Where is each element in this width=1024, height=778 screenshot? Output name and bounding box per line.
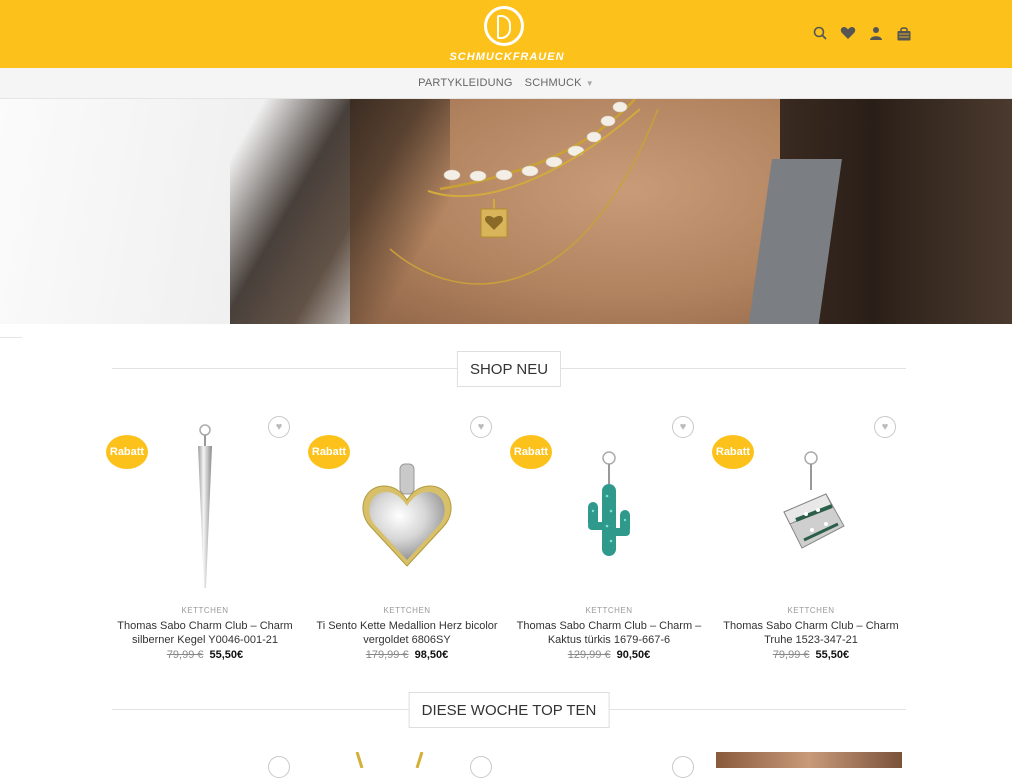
wishlist-heart-icon[interactable]: ♥ — [874, 416, 896, 438]
nav-item-label: PARTYKLEIDUNG — [418, 77, 513, 89]
product-name[interactable]: Ti Sento Kette Medallion Herz bicolor ve… — [314, 619, 500, 647]
section-heading: SHOP NEU — [456, 351, 562, 387]
hero-banner[interactable] — [0, 99, 1012, 324]
old-price: 79,99 € — [772, 649, 810, 661]
product-name[interactable]: Thomas Sabo Charm Club – Charm silberner… — [112, 619, 298, 647]
product-grid: Rabatt ♥ KETTCHEN Thomas Sabo Charm Club… — [104, 410, 914, 670]
necklace-illustration — [389, 99, 659, 285]
wishlist-heart-icon[interactable]: ♥ — [672, 416, 694, 438]
product-image[interactable] — [716, 752, 902, 768]
product-card[interactable]: Rabatt ♥ KETTCHEN Thomas Sabo Charm Club… — [104, 410, 306, 670]
sale-badge: Rabatt — [106, 435, 148, 469]
product-category[interactable]: KETTCHEN — [710, 606, 912, 615]
header-icons — [812, 25, 912, 41]
user-icon[interactable] — [868, 25, 884, 41]
site-header: SCHMUCKFRAUEN — [0, 0, 1012, 68]
product-card[interactable]: Rabatt ♥ KETTCHEN Thomas Sabo Charm Club… — [508, 410, 710, 670]
top-ten-row — [104, 751, 914, 778]
product-card[interactable]: Rabatt ♥ KETTCHEN Thomas Sabo Charm Club… — [710, 410, 912, 670]
main-nav: PARTYKLEIDUNG SCHMUCK ▼ — [0, 68, 1012, 99]
nav-item-partykleidung[interactable]: PARTYKLEIDUNG — [418, 77, 513, 89]
section-title-shop-neu: SHOP NEU — [112, 351, 906, 387]
product-price: 179,99 € 98,50€ — [306, 649, 508, 661]
product-image[interactable] — [544, 416, 674, 596]
product-price: 129,99 € 90,50€ — [508, 649, 710, 661]
nav-item-label: SCHMUCK — [524, 77, 582, 89]
section-title-top-ten: DIESE WOCHE TOP TEN — [112, 692, 906, 728]
nav-item-schmuck[interactable]: SCHMUCK ▼ — [525, 77, 594, 89]
wishlist-heart-icon[interactable]: ♥ — [268, 416, 290, 438]
old-price: 129,99 € — [567, 649, 611, 661]
product-category[interactable]: KETTCHEN — [104, 606, 306, 615]
product-image[interactable] — [746, 416, 876, 596]
old-price: 79,99 € — [166, 649, 204, 661]
sale-price: 90,50€ — [616, 649, 651, 661]
product-card[interactable]: Rabatt ♥ KETTCHEN Ti Sento Kette Medalli… — [306, 410, 508, 670]
product-image[interactable] — [342, 416, 472, 596]
logo[interactable]: SCHMUCKFRAUEN — [440, 6, 574, 64]
product-price: 79,99 € 55,50€ — [104, 649, 306, 661]
wishlist-heart-icon[interactable] — [672, 756, 694, 778]
product-price: 79,99 € 55,50€ — [710, 649, 912, 661]
divider — [0, 337, 22, 338]
old-price: 179,99 € — [365, 649, 409, 661]
cart-icon[interactable] — [896, 25, 912, 41]
heart-icon[interactable] — [840, 25, 856, 41]
product-image[interactable] — [140, 416, 270, 596]
product-image[interactable] — [352, 751, 432, 769]
sale-badge: Rabatt — [308, 435, 350, 469]
sale-badge: Rabatt — [510, 435, 552, 469]
wishlist-heart-icon[interactable] — [268, 756, 290, 778]
section-heading: DIESE WOCHE TOP TEN — [408, 692, 610, 728]
logo-text: SCHMUCKFRAUEN — [449, 51, 565, 63]
wishlist-heart-icon[interactable] — [470, 756, 492, 778]
search-icon[interactable] — [812, 25, 828, 41]
logo-icon — [484, 6, 524, 46]
chevron-down-icon: ▼ — [585, 78, 594, 88]
sale-badge: Rabatt — [712, 435, 754, 469]
sale-price: 55,50€ — [815, 649, 850, 661]
product-name[interactable]: Thomas Sabo Charm Club – Charm – Kaktus … — [516, 619, 702, 647]
sale-price: 98,50€ — [414, 649, 449, 661]
product-category[interactable]: KETTCHEN — [508, 606, 710, 615]
product-name[interactable]: Thomas Sabo Charm Club – Charm Truhe 152… — [718, 619, 904, 647]
wishlist-heart-icon[interactable]: ♥ — [470, 416, 492, 438]
product-category[interactable]: KETTCHEN — [306, 606, 508, 615]
sale-price: 55,50€ — [209, 649, 244, 661]
